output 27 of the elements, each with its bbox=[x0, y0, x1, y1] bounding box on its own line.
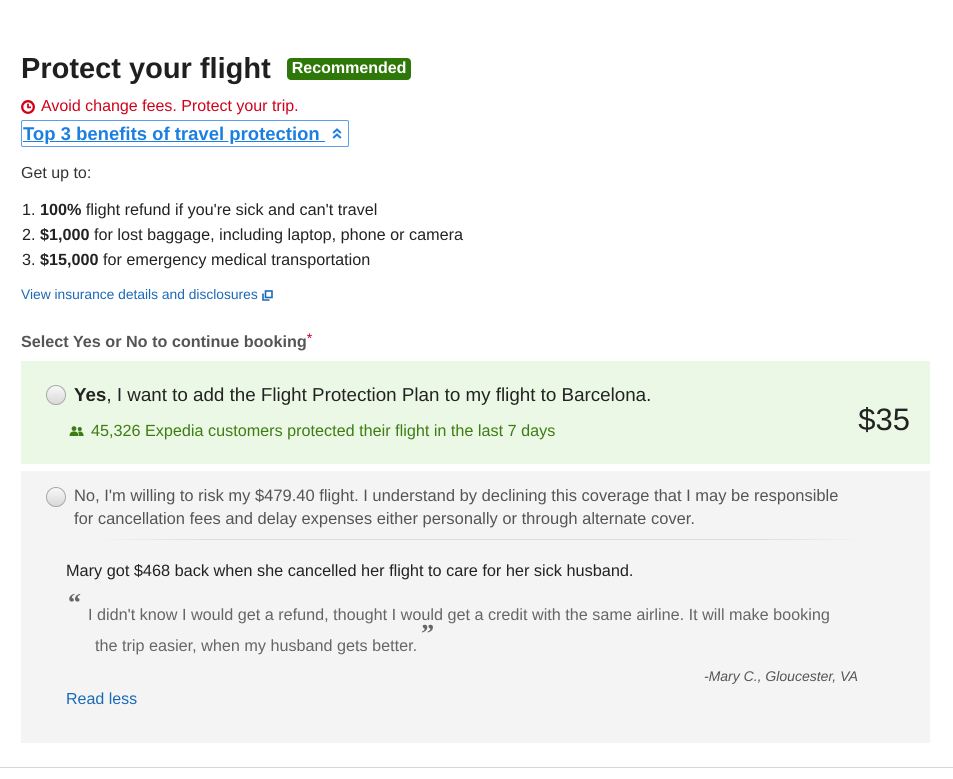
people-icon bbox=[69, 426, 84, 436]
insurance-details-link[interactable]: View insurance details and disclosures bbox=[21, 286, 258, 304]
option-text: Yes, I want to add the Flight Protection Plan to my flight to Barcelona. bbox=[74, 383, 652, 407]
radio-button[interactable] bbox=[46, 487, 66, 507]
benefit-item: 2. $1,000 for lost baggage, including laptop, phone or camera bbox=[21, 225, 463, 246]
clock-icon bbox=[21, 100, 35, 114]
customers-note: 45,326 Expedia customers protected their flight in the last 7 days bbox=[91, 421, 556, 441]
benefit-item: 1. 100% flight refund if you're sick and can't travel bbox=[21, 200, 378, 221]
recommended-badge: Recommended bbox=[286, 58, 412, 80]
alert-text: Avoid change fees. Protect your trip. bbox=[41, 97, 299, 117]
open-quote-mark: “ bbox=[68, 596, 82, 610]
price: $35 bbox=[858, 402, 910, 438]
testimonial-summary: Mary got $468 back when she cancelled her flight to care for her sick husband. bbox=[66, 561, 634, 581]
external-link-icon bbox=[262, 290, 273, 300]
required-mark: * bbox=[306, 331, 312, 345]
benefit-item: 3. $15,000 for emergency medical transportation bbox=[21, 250, 370, 271]
yes-option-card[interactable]: Yes, I want to add the Flight Protection Plan to my flight to Barcelona. 45,326 Expedia customers protected their flight in the last 7 days $35 bbox=[21, 361, 930, 464]
read-less-link[interactable]: Read less bbox=[66, 690, 138, 710]
radio-button[interactable] bbox=[46, 385, 66, 405]
benefits-toggle-link[interactable]: Top 3 benefits of travel protection bbox=[21, 120, 349, 147]
benefits-intro: Get up to: bbox=[21, 164, 92, 184]
double-chevron-icon bbox=[332, 128, 342, 139]
page-title: Protect your flight bbox=[21, 52, 271, 87]
testimonial-author: -Mary C., Gloucester, VA bbox=[704, 667, 858, 685]
question-label: Select Yes or No to continue booking bbox=[21, 332, 307, 352]
no-option-card[interactable] bbox=[21, 471, 930, 743]
option-text: No, I'm willing to risk my $479.40 flight. I understand by declining this coverage that I may be responsible for cancellation fees and delay expenses either personally or through alternate cover. bbox=[74, 486, 840, 530]
